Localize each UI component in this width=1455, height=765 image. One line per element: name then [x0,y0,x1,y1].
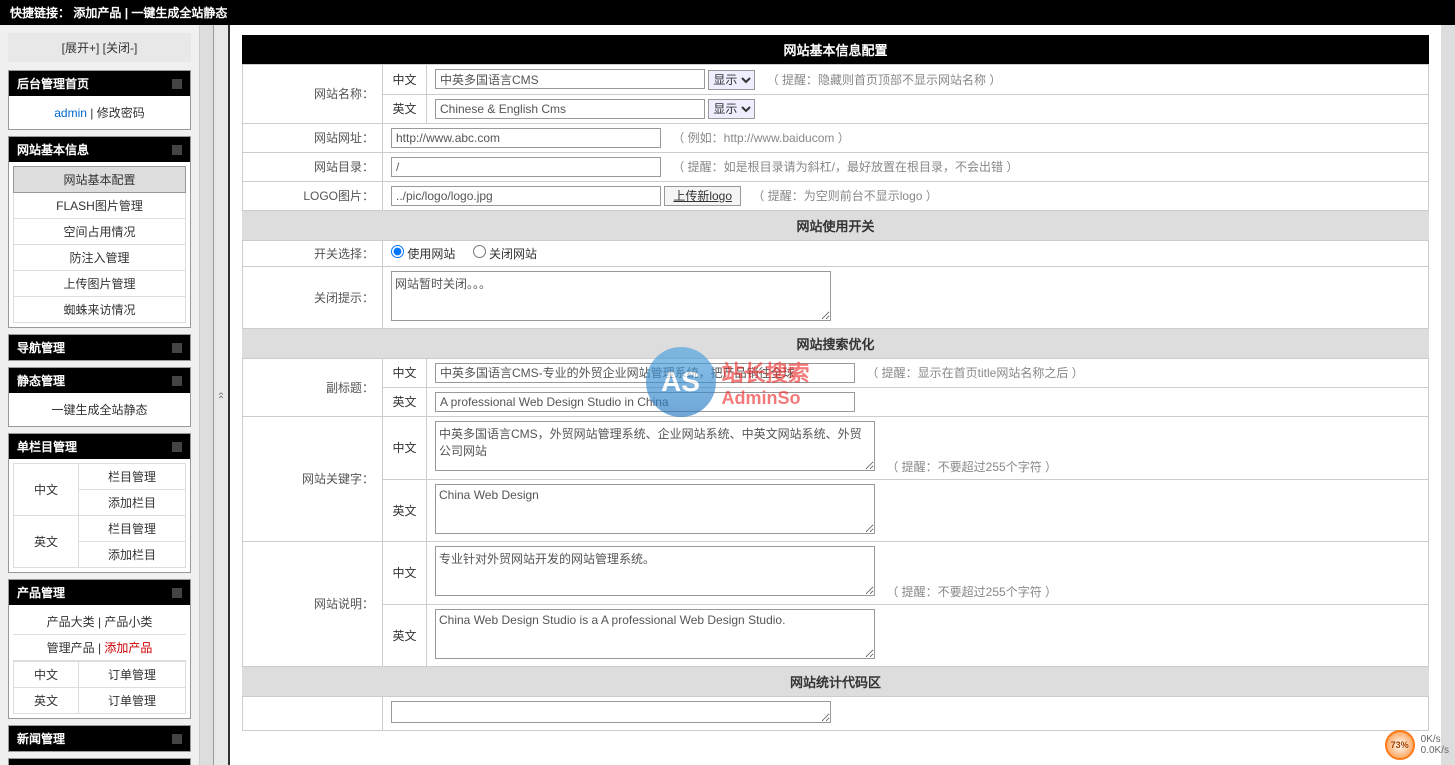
label-dir: 网站目录： [243,152,383,181]
input-site-name-en[interactable] [435,99,705,119]
sidebar-item-basic-config[interactable]: 网站基本配置 [63,173,135,187]
sidebar-link-prod-manage[interactable]: 管理产品 [47,641,95,655]
sidebar-item-cn-col-add[interactable]: 添加栏目 [108,496,156,510]
sidebar-link-password[interactable]: 修改密码 [97,106,145,120]
textarea-keywords-en[interactable]: China Web Design [435,484,875,534]
textarea-desc-en[interactable]: China Web Design Studio is a A professio… [435,609,875,659]
sidebar-item-spider[interactable]: 蜘蛛来访情况 [63,303,135,317]
label-site-name: 网站名称： [243,65,383,124]
sidebar-item-cn-col-manage[interactable]: 栏目管理 [108,470,156,484]
section-title-stats: 网站统计代码区 [242,667,1429,696]
sidebar-item-cn-order[interactable]: 订单管理 [108,668,156,682]
hint-url: （ 例如：http://www.baiducom ） [672,131,849,145]
sidebar-item-inject[interactable]: 防注入管理 [69,251,129,265]
textarea-stats[interactable] [391,701,831,723]
label-close-hint: 关闭提示： [243,266,383,328]
label-keywords: 网站关键字： [243,416,383,541]
sidebar-header-single[interactable]: 单栏目管理 [9,434,190,459]
hint-dir: （ 提醒：如是根目录请为斜杠/，最好放置在根目录，不会出错 ） [672,160,1018,174]
collapse-icon [172,442,182,452]
sidebar: [展开+] [关闭-] 后台管理首页 admin | 修改密码 网站基本信息 [0,25,200,765]
sidebar-header-news[interactable]: 新闻管理 [9,726,190,751]
collapse-icon [172,376,182,386]
input-url[interactable] [391,128,661,148]
topbar-prefix: 快捷链接： [10,6,70,20]
label-url: 网站网址： [243,123,383,152]
label-logo: LOGO图片： [243,181,383,210]
textarea-close-hint[interactable]: 网站暂时关闭。。。 [391,271,831,321]
section-title-seo: 网站搜索优化 [242,329,1429,358]
input-dir[interactable] [391,157,661,177]
main-content: 网站基本信息配置 网站名称： 中文 显示 （ 提醒：隐藏则首页顶部不显示网站名称… [230,25,1441,765]
upload-logo-button[interactable]: 上传新logo [664,186,741,206]
topbar-link-static[interactable]: 一键生成全站静态 [131,6,227,20]
sidebar-header-nav[interactable]: 导航管理 [9,335,190,360]
sidebar-link-admin[interactable]: admin [54,106,87,120]
chevron-left-icon: ‹‹ [216,392,227,399]
speed-badge: 73% 0K/s 0.0K/s [1385,730,1449,760]
sidebar-header-home[interactable]: 后台管理首页 [9,71,190,96]
collapse-icon [172,145,182,155]
sidebar-header-guestbook[interactable]: 留言管理 [9,759,190,765]
section-title-switch: 网站使用开关 [242,211,1429,240]
select-show-cn[interactable]: 显示 [708,70,755,90]
expand-collapse-toggle[interactable]: [展开+] [关闭-] [8,33,191,62]
hint-subtitle: （ 提醒：显示在首页title网站名称之后 ） [866,366,1083,380]
sidebar-scrollbar[interactable] [200,25,214,765]
collapse-icon [172,588,182,598]
label-subtitle: 副标题： [243,358,383,416]
hint-hide: （ 提醒：隐藏则首页顶部不显示网站名称 ） [767,73,1002,87]
input-site-name-cn[interactable] [435,69,705,89]
sidebar-item-en-order[interactable]: 订单管理 [108,694,156,708]
collapse-icon [172,79,182,89]
hint-keywords: （ 提醒：不要超过255个字符 ） [886,460,1057,474]
input-subtitle-cn[interactable] [435,363,855,383]
sidebar-item-flash[interactable]: FLASH图片管理 [56,199,143,213]
sidebar-header-static[interactable]: 静态管理 [9,368,190,393]
topbar-link-add-product[interactable]: 添加产品 [73,6,121,20]
sidebar-link-prod-big[interactable]: 产品大类 [47,615,95,629]
sidebar-item-en-col-add[interactable]: 添加栏目 [108,548,156,562]
input-subtitle-en[interactable] [435,392,855,412]
collapse-icon [172,343,182,353]
main-scrollbar[interactable] [1441,25,1455,765]
speed-gauge-icon: 73% [1385,730,1415,760]
sidebar-item-en-col-manage[interactable]: 栏目管理 [108,522,156,536]
sidebar-item-upload[interactable]: 上传图片管理 [63,277,135,291]
radio-switch-off[interactable]: 关闭网站 [473,247,537,261]
textarea-keywords-cn[interactable]: 中英多国语言CMS，外贸网站管理系统、企业网站系统、中英文网站系统、外贸公司网站 [435,421,875,471]
sidebar-header-product[interactable]: 产品管理 [9,580,190,605]
label-desc: 网站说明： [243,541,383,666]
collapse-icon [172,734,182,744]
input-logo[interactable] [391,186,661,206]
sidebar-item-space[interactable]: 空间占用情况 [63,225,135,239]
section-title-basic: 网站基本信息配置 [242,35,1429,64]
sidebar-collapse-handle[interactable]: ‹‹ [214,25,230,765]
hint-desc: （ 提醒：不要超过255个字符 ） [886,585,1057,599]
select-show-en[interactable]: 显示 [708,99,755,119]
hint-logo: （ 提醒：为空则前台不显示logo ） [752,189,937,203]
sidebar-header-basic[interactable]: 网站基本信息 [9,137,190,162]
sidebar-item-gen-static[interactable]: 一键生成全站静态 [51,403,147,417]
sidebar-link-prod-add[interactable]: 添加产品 [104,641,152,655]
radio-switch-on[interactable]: 使用网站 [391,247,455,261]
top-bar: 快捷链接： 添加产品 | 一键生成全站静态 [0,0,1455,25]
textarea-desc-cn[interactable]: 专业针对外贸网站开发的网站管理系统。 [435,546,875,596]
label-switch: 开关选择： [243,240,383,266]
sidebar-link-prod-small[interactable]: 产品小类 [104,615,152,629]
